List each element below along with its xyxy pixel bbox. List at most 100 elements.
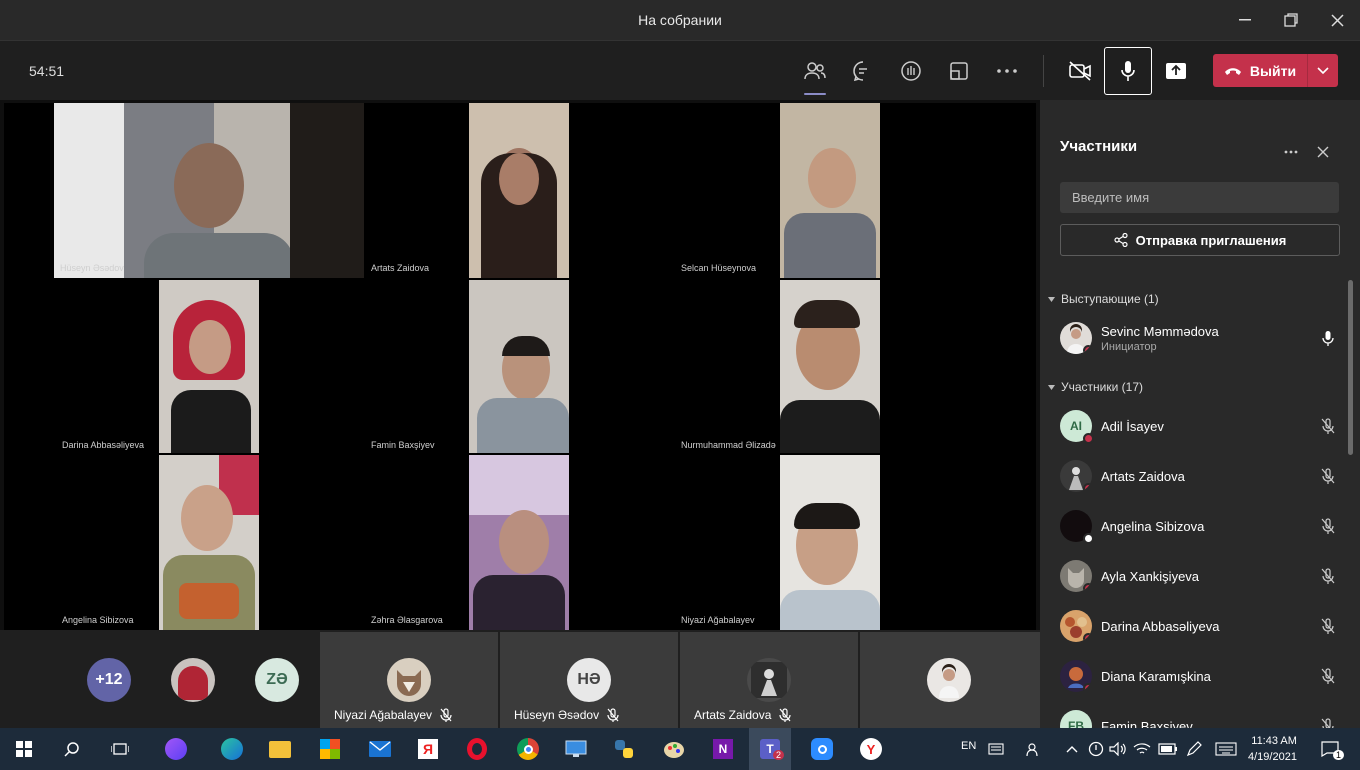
panel-more-button[interactable] [1279, 140, 1303, 164]
task-view-button[interactable] [104, 734, 136, 764]
status-badge [1083, 345, 1092, 354]
leave-button[interactable]: Выйти [1213, 54, 1338, 87]
minimize-button[interactable] [1222, 0, 1268, 40]
touch-keyboard-icon[interactable] [1210, 734, 1242, 764]
video-tile [159, 455, 259, 630]
participant-row[interactable]: Ayla Xankişiyeva [1060, 554, 1340, 598]
pen-tray-icon[interactable] [1178, 734, 1210, 764]
mail-app-icon[interactable] [364, 734, 396, 764]
video-tile[interactable]: Niyazi Ağabalayev [320, 632, 498, 728]
clock-date: 4/19/2021 [1248, 751, 1297, 763]
yandex-browser-app-icon[interactable]: Я [412, 734, 444, 764]
rooms-button[interactable] [937, 49, 981, 93]
chrome-app-icon[interactable] [512, 734, 544, 764]
panel-close-button[interactable] [1311, 140, 1335, 164]
video-tile[interactable]: HƏ Hüseyn Əsədov [500, 632, 678, 728]
show-participants-button[interactable] [793, 49, 837, 95]
participant-row[interactable]: Angelina Sibizova [1060, 504, 1340, 548]
notification-badge: 2 [773, 750, 785, 760]
video-tile: Hüseyn Əsədov [54, 103, 364, 278]
breakout-rooms-icon [950, 62, 968, 80]
mic-off-icon [1321, 468, 1335, 484]
video-tile[interactable]: Artats Zaidova [680, 632, 858, 728]
people-tray-icon[interactable] [1018, 734, 1050, 764]
participant-row[interactable]: Diana Karamışkina [1060, 654, 1340, 698]
status-badge [1083, 633, 1092, 642]
participant-search-input[interactable] [1060, 182, 1339, 213]
invite-label: Отправка приглашения [1135, 232, 1287, 248]
tile-name: Niyazi Ağabalayev [681, 615, 755, 625]
paint-app-icon[interactable] [658, 734, 690, 764]
leave-main[interactable]: Выйти [1213, 54, 1308, 87]
section-header: Участники (17) [1061, 380, 1144, 394]
caret-down-icon [1048, 296, 1055, 302]
participant-name: Diana Karamışkina [1101, 668, 1211, 684]
video-tile[interactable] [860, 632, 1040, 728]
python-app-icon[interactable] [608, 734, 640, 764]
attendees-section-toggle[interactable]: Участники (17) [1048, 380, 1143, 394]
avatar: HƏ [567, 658, 611, 702]
panel-title: Участники [1060, 138, 1138, 155]
avatar [927, 658, 971, 702]
camera-off-icon [1069, 61, 1091, 81]
teams-app-icon[interactable]: T 2 [749, 728, 791, 770]
participant-row[interactable]: AI Adil İsayev [1060, 404, 1340, 448]
tile-name: Artats Zaidova [694, 708, 772, 722]
avatar [1060, 510, 1094, 544]
tile-name: Zəhra Əlasgarova [371, 615, 443, 625]
participant-strip: +12 ZƏ Niyazi Ağabalayev HƏ Hüseyn Əsədo… [0, 630, 1040, 728]
language-indicator[interactable]: EN [961, 740, 976, 752]
store-app-icon[interactable] [314, 734, 346, 764]
action-center-button[interactable]: 1 [1314, 734, 1346, 764]
alice-app-icon[interactable] [160, 734, 192, 764]
share-invite-button[interactable]: Отправка приглашения [1060, 224, 1340, 256]
remote-desktop-app-icon[interactable] [560, 734, 592, 764]
panel-scrollbar[interactable] [1348, 280, 1353, 455]
yandex-app-icon[interactable]: Y [855, 734, 887, 764]
video-tile [469, 280, 569, 453]
leave-options-button[interactable] [1308, 66, 1338, 75]
keyboard-tray-icon[interactable] [980, 734, 1012, 764]
tile-name: Angelina Sibizova [62, 615, 134, 625]
avatar[interactable] [171, 658, 215, 702]
file-explorer-app-icon[interactable] [264, 734, 296, 764]
share-content-button[interactable] [1154, 49, 1198, 93]
tile-name: Famin Baxşiyev [371, 440, 435, 450]
window-title: На собрании [638, 12, 722, 28]
search-button[interactable] [56, 734, 88, 764]
avatar [1060, 660, 1092, 692]
avatar [1060, 610, 1092, 642]
participant-role: Инициатор [1101, 340, 1157, 353]
mic-toggle-button[interactable] [1104, 47, 1152, 95]
participant-row[interactable]: Darina Abbasəliyeva [1060, 604, 1340, 648]
onenote-app-icon[interactable]: N [707, 734, 739, 764]
participant-name: Sevinc Məmmədova [1101, 323, 1219, 339]
tile-name: Niyazi Ağabalayev [334, 708, 433, 722]
chat-button[interactable] [841, 49, 885, 93]
avatar[interactable]: ZƏ [255, 658, 299, 702]
close-window-button[interactable] [1314, 0, 1360, 40]
mic-off-icon [1321, 718, 1334, 728]
video-tile [780, 455, 880, 630]
zoom-app-icon[interactable] [806, 734, 838, 764]
mic-off-icon [1321, 668, 1335, 684]
camera-toggle-button[interactable] [1058, 49, 1102, 93]
reactions-button[interactable] [889, 49, 933, 93]
clock-time: 11:43 AM [1251, 735, 1297, 747]
avatar [747, 658, 791, 702]
more-participants-button[interactable]: +12 [87, 658, 131, 702]
start-button[interactable] [8, 734, 40, 764]
opera-app-icon[interactable] [461, 734, 493, 764]
maximize-button[interactable] [1268, 0, 1314, 40]
edge-app-icon[interactable] [216, 734, 248, 764]
more-actions-button[interactable] [985, 49, 1029, 93]
presenters-section-toggle[interactable]: Выступающие (1) [1048, 292, 1159, 306]
mic-off-icon [1321, 418, 1335, 434]
participants-panel: Участники Отправка приглашения Выступающ… [1040, 100, 1360, 728]
system-clock[interactable]: 11:43 AM 4/19/2021 [1248, 733, 1297, 765]
participant-row[interactable]: Artats Zaidova [1060, 454, 1340, 498]
participant-row[interactable]: Sevinc Məmmədova Инициатор [1060, 316, 1340, 360]
tile-name: Artats Zaidova [371, 263, 430, 273]
participant-row[interactable]: FB Famin Baxşiyev [1060, 704, 1340, 728]
video-tile [780, 103, 880, 278]
